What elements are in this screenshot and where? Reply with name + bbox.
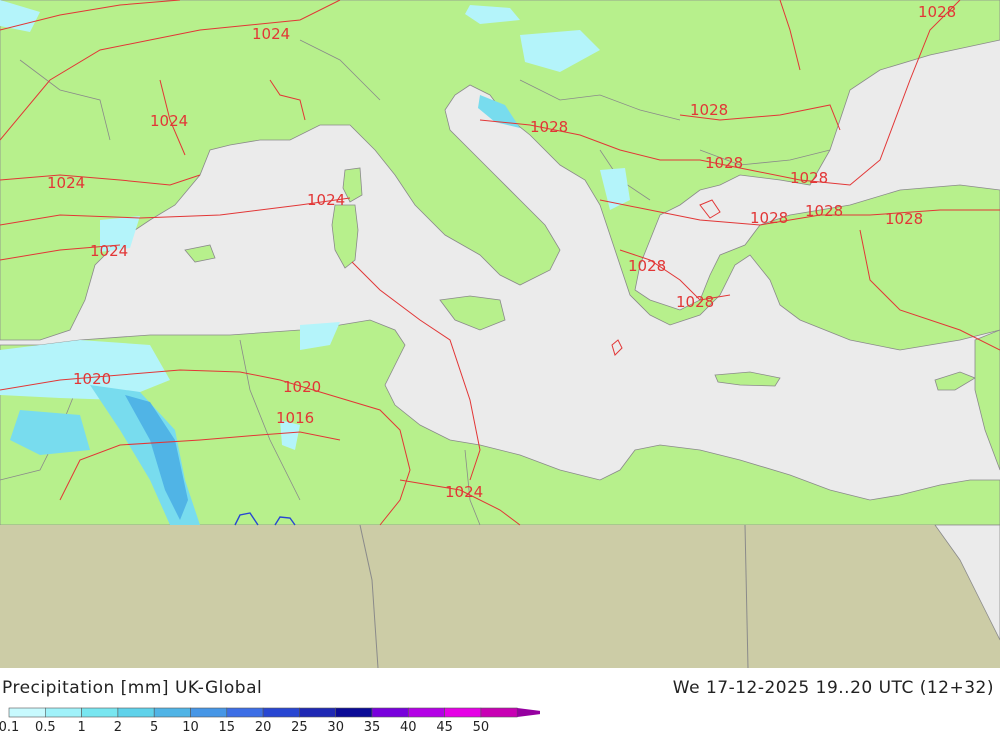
legend-tick-label: 5 <box>150 720 158 733</box>
legend-tick-label: 50 <box>473 720 490 733</box>
precipitation-map: 1028 1024 1024 1024 1024 1024 1028 1028 … <box>0 0 1000 668</box>
legend-swatch <box>335 707 373 718</box>
isobar-label: 1024 <box>47 174 85 192</box>
legend-tick-label: 2 <box>114 720 122 733</box>
isobar-label: 1028 <box>628 257 666 275</box>
legend-swatch <box>190 707 228 718</box>
isobar-label: 1028 <box>690 101 728 119</box>
legend-tick-label: 1 <box>77 720 85 733</box>
legend-swatch <box>480 707 518 718</box>
legend-ticks: 0.1 0.5 1 2 5 10 15 20 25 30 35 40 45 50 <box>0 720 489 733</box>
legend-swatch <box>153 707 191 718</box>
legend-tick-label: 20 <box>255 720 272 733</box>
legend-swatch <box>444 707 482 718</box>
isobar-label: 1028 <box>676 293 714 311</box>
legend-tick-label: 0.1 <box>0 720 19 733</box>
isobar-label: 1024 <box>90 242 128 260</box>
legend-arrow-swatch <box>517 708 540 717</box>
isobar-label: 1028 <box>805 202 843 220</box>
isobar-label: 1024 <box>252 25 290 43</box>
legend-swatches <box>8 707 540 718</box>
isobar-label: 1024 <box>445 483 483 501</box>
legend-tick-label: 25 <box>291 720 308 733</box>
legend-tick-label: 15 <box>219 720 236 733</box>
no-data-area <box>0 525 1000 668</box>
isobar-label: 1020 <box>73 370 111 388</box>
map-datetime: We 17-12-2025 19..20 UTC (12+32) <box>672 678 994 698</box>
legend-swatch <box>262 707 300 718</box>
legend-swatch <box>407 707 445 718</box>
isobar-label: 1028 <box>918 3 956 21</box>
legend-swatch <box>44 707 82 718</box>
legend-tick-label: 45 <box>436 720 453 733</box>
legend-swatch <box>226 707 264 718</box>
isobar-label: 1024 <box>150 112 188 130</box>
legend-tick-label: 10 <box>182 720 199 733</box>
precipitation-legend: 0.1 0.5 1 2 5 10 15 20 25 30 35 40 45 50 <box>0 707 540 733</box>
legend-swatch <box>117 707 155 718</box>
legend-swatch <box>8 707 46 718</box>
isobar-label: 1028 <box>530 118 568 136</box>
legend-tick-label: 30 <box>327 720 344 733</box>
map-title: Precipitation [mm] UK-Global <box>2 678 263 698</box>
isobar-label: 1028 <box>750 209 788 227</box>
isobar-label: 1028 <box>705 154 743 172</box>
legend-tick-label: 40 <box>400 720 417 733</box>
legend-swatch <box>81 707 119 718</box>
isobar-label: 1016 <box>276 409 314 427</box>
legend-tick-label: 35 <box>364 720 381 733</box>
isobar-label: 1024 <box>307 191 345 209</box>
isobar-label: 1028 <box>790 169 828 187</box>
legend-tick-label: 0.5 <box>35 720 56 733</box>
isobar-label: 1028 <box>885 210 923 228</box>
isobar-label: 1020 <box>283 378 321 396</box>
legend-swatch <box>299 707 336 718</box>
legend-swatch <box>371 707 409 718</box>
